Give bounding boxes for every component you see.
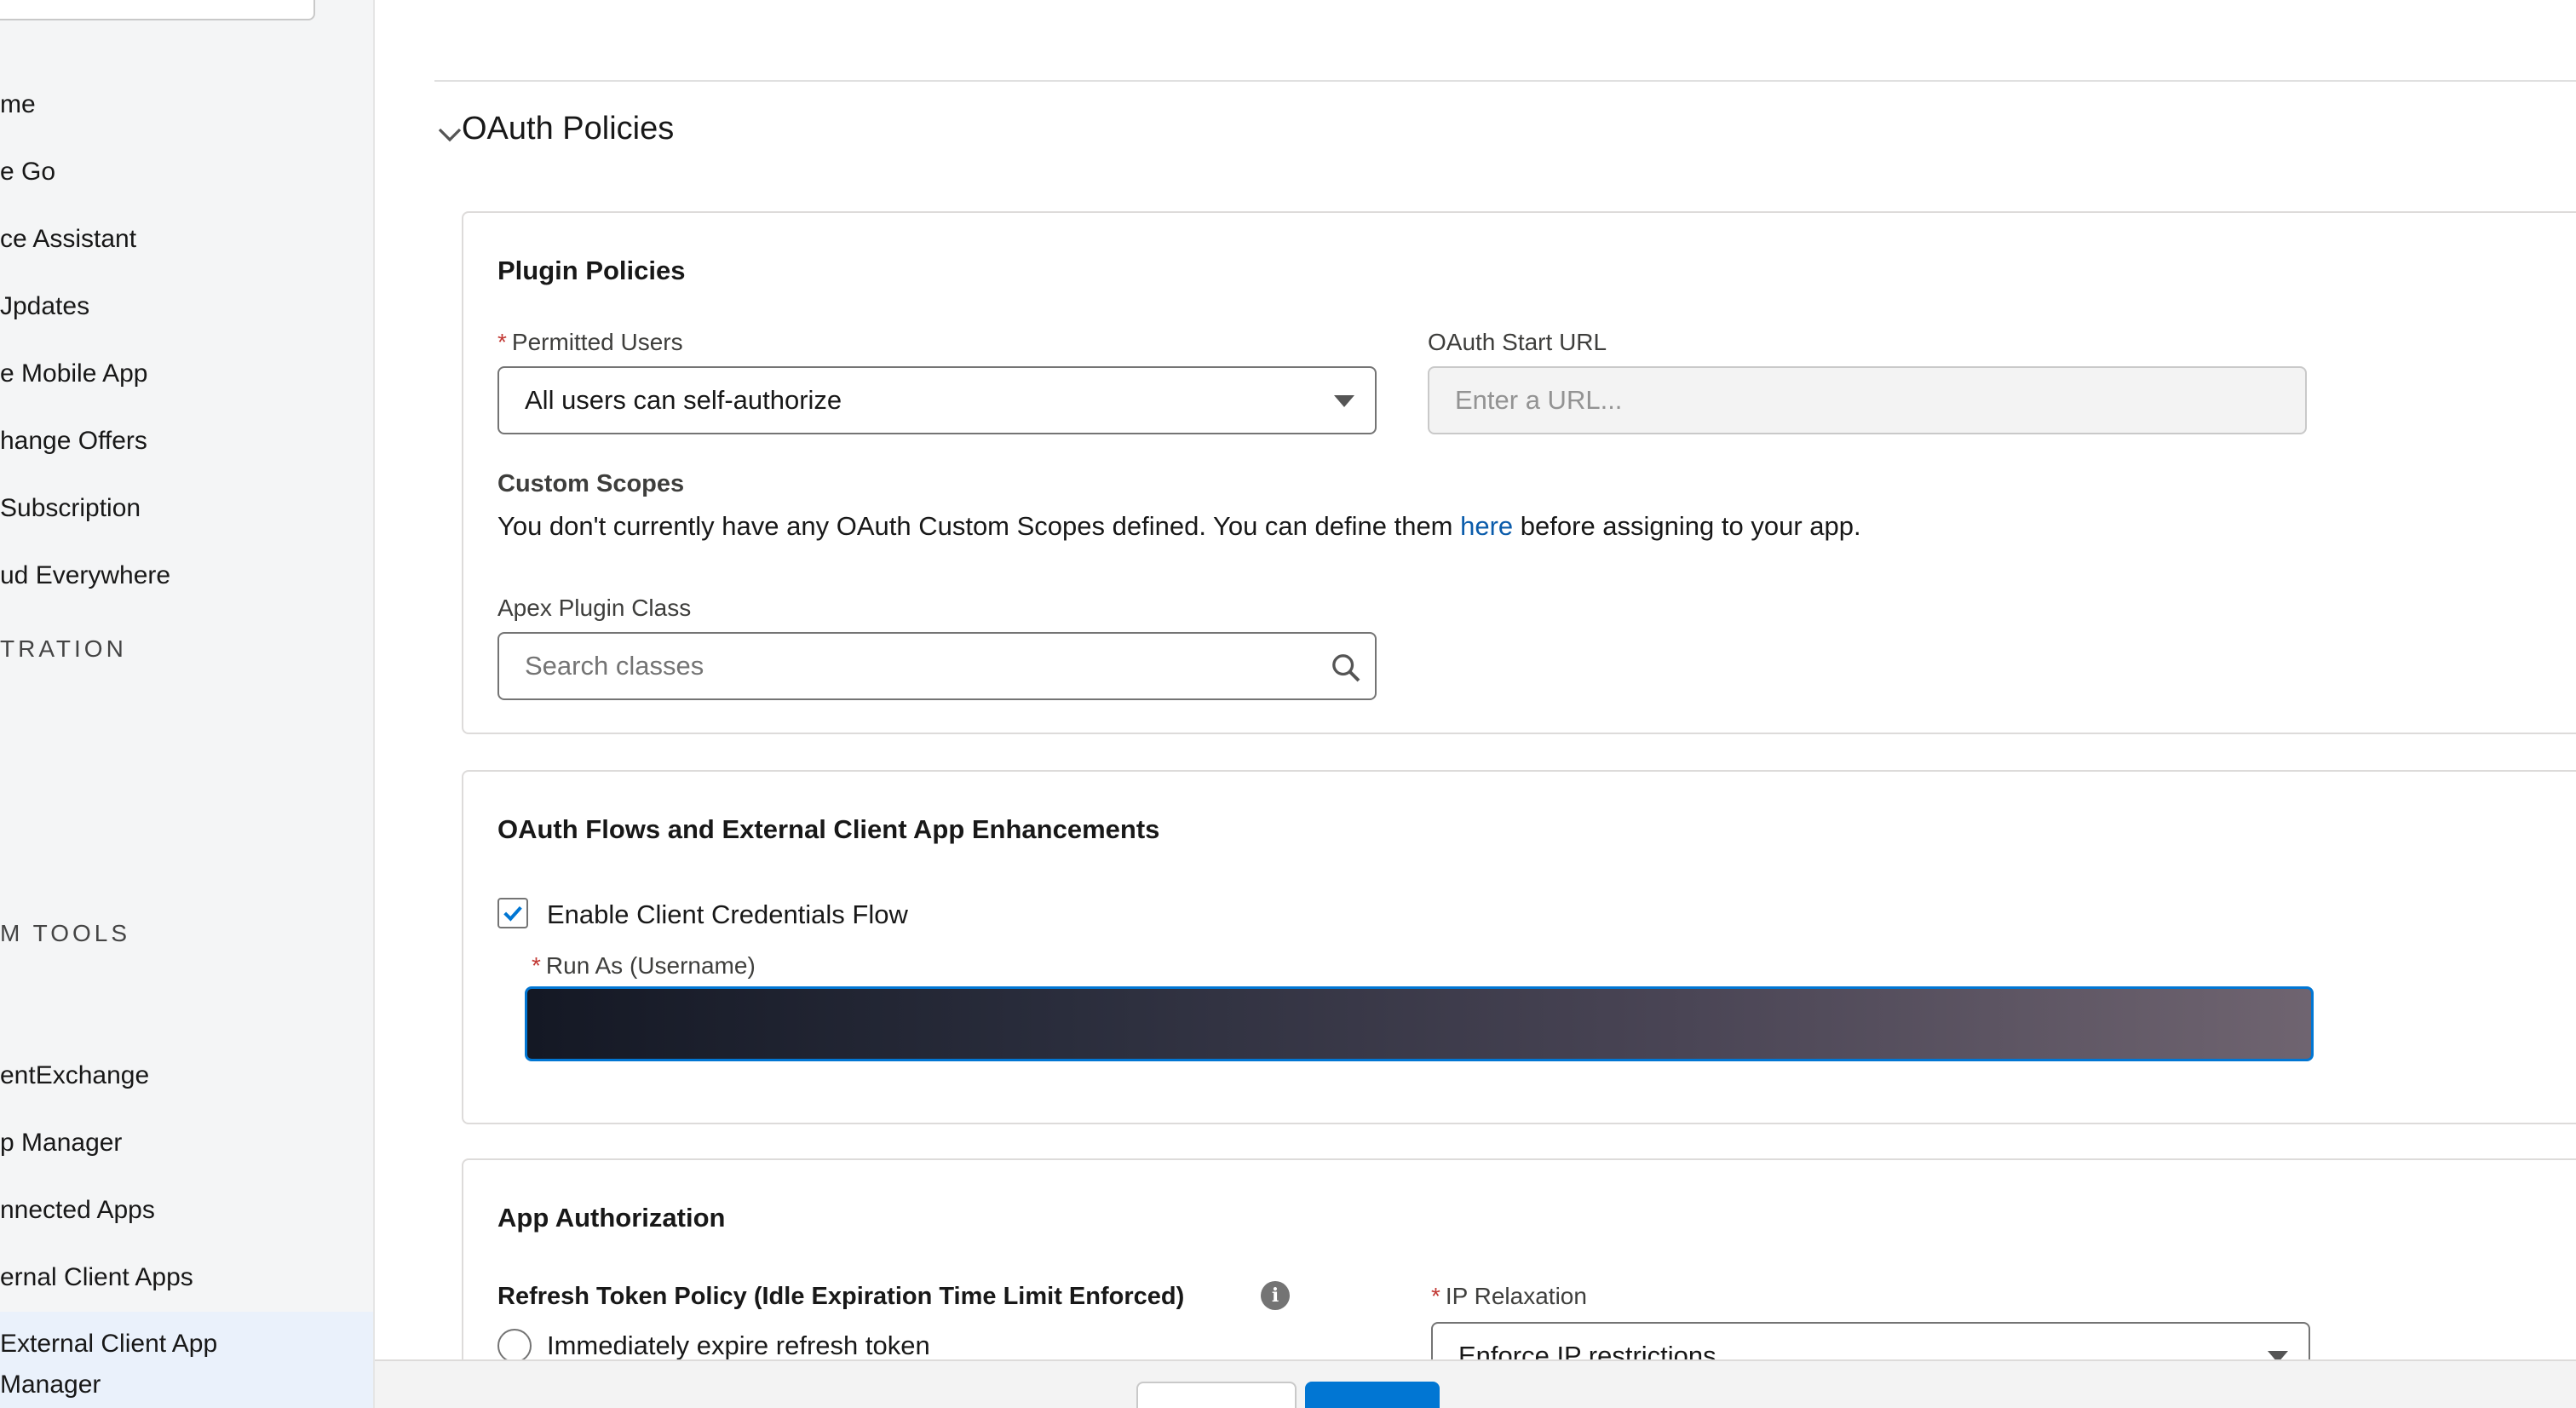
ip-relaxation-label: * IP Relaxation: [1431, 1283, 1587, 1309]
run-as-username-input[interactable]: [525, 986, 2314, 1061]
sidebar-item-external-client-apps[interactable]: ernal Client Apps: [0, 1263, 193, 1292]
plugin-policies-card: Plugin Policies * Permitted Users All use…: [462, 211, 2576, 734]
sidebar-item-assistant[interactable]: ce Assistant: [0, 225, 136, 254]
oauth-start-url-input[interactable]: Enter a URL...: [1428, 366, 2307, 434]
sidebar-item-cloud-everywhere[interactable]: ud Everywhere: [0, 561, 170, 590]
top-divider: [434, 80, 2576, 82]
cancel-button[interactable]: [1136, 1382, 1297, 1408]
sidebar-item-subscription[interactable]: Subscription: [0, 494, 141, 523]
sidebar-item-connected-apps[interactable]: nnected Apps: [0, 1196, 155, 1225]
dropdown-caret-icon: [1334, 395, 1354, 407]
sidebar-heading-platform-tools: M TOOLS: [0, 920, 131, 946]
apex-plugin-class-input[interactable]: Search classes: [497, 632, 1377, 700]
chevron-down-icon[interactable]: [434, 119, 465, 150]
run-as-label: * Run As (Username): [532, 952, 756, 979]
card-title: Plugin Policies: [497, 256, 686, 285]
main-content: OAuth Policies Plugin Policies * Permitte…: [400, 0, 2576, 1408]
sidebar-item-updates[interactable]: Jpdates: [0, 292, 89, 321]
setup-sidebar: me e Go ce Assistant Jpdates e Mobile Ap…: [0, 0, 375, 1408]
client-credentials-label[interactable]: Enable Client Credentials Flow: [547, 899, 908, 930]
save-button[interactable]: [1305, 1382, 1440, 1408]
checkmark-icon: [503, 905, 522, 922]
sidebar-item-mobile-app[interactable]: e Mobile App: [0, 359, 147, 388]
permitted-users-label: * Permitted Users: [497, 329, 683, 355]
section-title[interactable]: OAuth Policies: [462, 111, 674, 147]
footer-bar: [375, 1359, 2576, 1408]
permitted-users-select[interactable]: All users can self-authorize: [497, 366, 1377, 434]
apex-plugin-class-label: Apex Plugin Class: [497, 595, 692, 621]
sidebar-item-app-manager[interactable]: p Manager: [0, 1129, 122, 1158]
oauth-start-url-label: OAuth Start URL: [1428, 329, 1607, 355]
custom-scopes-link[interactable]: here: [1460, 511, 1513, 541]
info-icon[interactable]: i: [1261, 1281, 1290, 1310]
refresh-option-label[interactable]: Immediately expire refresh token: [547, 1330, 930, 1361]
card-title: App Authorization: [497, 1203, 726, 1233]
custom-scopes-label: Custom Scopes: [497, 470, 685, 497]
refresh-option-radio[interactable]: [497, 1329, 532, 1363]
client-credentials-checkbox[interactable]: [497, 898, 528, 928]
search-icon: [1332, 654, 1360, 682]
sidebar-item-external-client-app-manager[interactable]: External Client App Manager: [0, 1312, 373, 1408]
sidebar-heading-administration: TRATION: [0, 635, 127, 662]
sidebar-item-appexchange[interactable]: entExchange: [0, 1061, 149, 1090]
sidebar-item-go[interactable]: e Go: [0, 158, 55, 187]
card-title: OAuth Flows and External Client App Enha…: [497, 814, 1160, 844]
refresh-token-policy-label: Refresh Token Policy (Idle Expiration Ti…: [497, 1283, 1185, 1310]
sidebar-item-home[interactable]: me: [0, 90, 36, 119]
oauth-flows-card: OAuth Flows and External Client App Enha…: [462, 770, 2576, 1124]
custom-scopes-description: You don't currently have any OAuth Custo…: [497, 511, 1861, 541]
sidebar-item-exchange-offers[interactable]: hange Offers: [0, 427, 147, 456]
quick-find-input[interactable]: [0, 0, 315, 20]
